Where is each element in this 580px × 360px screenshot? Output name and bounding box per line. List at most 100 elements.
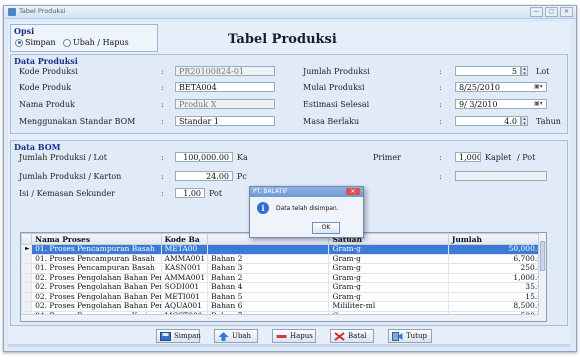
table-row[interactable]: 01. Proses Pencampuran Basah AMMA001 Bahan… xyxy=(21,253,546,264)
jumlah-per-lot-unit: Ka xyxy=(237,153,248,162)
jumlah-per-karton-field[interactable]: 24.00 xyxy=(175,171,233,181)
cell-satuan[interactable]: Gram-g xyxy=(328,282,449,293)
cell-nama-proses[interactable]: 01. Proses Pencampuran Basah xyxy=(31,253,162,264)
jumlah-produksi-field[interactable]: 5 xyxy=(455,66,521,76)
jumlah-produksi-unit: Lot xyxy=(536,67,550,76)
colon: : xyxy=(161,100,164,109)
cell-jumlah[interactable]: 15.0 xyxy=(447,291,546,302)
simpan-button[interactable]: Simpan xyxy=(156,329,201,343)
kode-produk-field[interactable]: BETA004 xyxy=(175,82,275,92)
cell-jumlah[interactable]: 8,500.0 xyxy=(447,301,546,312)
radio-dot-unchecked[interactable] xyxy=(63,38,71,47)
cell-kode-bahan[interactable]: META00 xyxy=(160,244,209,255)
cell-jumlah[interactable]: 35.0 xyxy=(447,282,546,293)
dialog-title-bar: PT. BALATIF ✕ xyxy=(250,187,363,197)
cell-kode-bahan[interactable]: AMMA001 xyxy=(160,253,209,264)
cell-nama-proses[interactable]: 02. Proses Pengolahan Bahan Pengikat xyxy=(31,282,162,293)
spinner-icon[interactable]: ▴ ▾ xyxy=(521,66,528,77)
column-header-kode-bahan[interactable]: Kode Ba xyxy=(160,233,209,245)
cell-bahan[interactable] xyxy=(207,244,330,255)
cell-nama-proses[interactable]: 01. Proses Pencampuran Basah xyxy=(31,244,162,255)
table-row[interactable]: 02. Proses Pengolahan Bahan PengikatAQUA… xyxy=(21,301,546,312)
calendar-dropdown-icon[interactable]: ▣▾ xyxy=(534,83,546,91)
radio-ubah-hapus-label: Ubah / Hapus xyxy=(73,38,129,47)
row-indicator[interactable] xyxy=(21,282,33,293)
hapus-button[interactable]: Hapus xyxy=(272,329,316,343)
cell-nama-proses[interactable]: 02. Proses Pengolahan Bahan Pengikat xyxy=(31,291,162,302)
opsi-group: Opsi Simpan Ubah / Hapus xyxy=(10,24,158,52)
primer-field[interactable]: 1,000 xyxy=(455,152,481,162)
row-indicator[interactable] xyxy=(21,253,33,264)
tutup-button[interactable]: Tutup xyxy=(388,329,432,343)
cell-satuan[interactable]: Gram-g xyxy=(328,253,449,264)
row-indicator[interactable] xyxy=(21,291,33,302)
mulai-produksi-label: Mulai Produksi xyxy=(303,83,365,92)
cell-nama-proses[interactable]: 01. Proses Pencampuran Basah xyxy=(31,263,162,274)
jumlah-per-lot-field[interactable]: 100,000.00 xyxy=(175,152,233,162)
vertical-scrollbar[interactable] xyxy=(538,233,546,321)
masa-berlaku-field[interactable]: 4.0 xyxy=(455,116,521,126)
ubah-button[interactable]: Ubah xyxy=(214,329,258,343)
isi-kemasan-field[interactable]: 1.00 xyxy=(175,188,205,198)
row-indicator[interactable] xyxy=(21,301,33,312)
scroll-thumb[interactable] xyxy=(540,241,545,271)
calendar-dropdown-icon[interactable]: ▣▾ xyxy=(534,100,546,108)
radio-ubah-hapus[interactable]: Ubah / Hapus xyxy=(63,38,129,47)
radio-dot-checked[interactable] xyxy=(15,38,23,47)
table-row[interactable]: 01. Proses Pencampuran Basah KASN001 Bahan… xyxy=(21,263,546,274)
spinner-icon[interactable]: ▴ ▾ xyxy=(521,116,528,127)
row-indicator[interactable] xyxy=(21,272,33,283)
masa-berlaku-unit: Tahun xyxy=(536,117,561,126)
primer-unit: Kaplet xyxy=(485,153,512,162)
cell-kode-bahan[interactable]: AMMA001 xyxy=(160,272,209,283)
cell-satuan[interactable]: Gram-g xyxy=(328,244,449,255)
cell-bahan[interactable]: Bahan 2 xyxy=(207,272,330,283)
table-row[interactable]: 02. Proses Pengolahan Bahan PengikatSODI… xyxy=(21,282,546,293)
hapus-label: Hapus xyxy=(290,332,313,340)
cell-satuan[interactable]: Gram-g xyxy=(328,263,449,274)
cell-satuan[interactable]: Gram-g xyxy=(328,272,449,283)
batal-button[interactable]: Batal xyxy=(330,329,374,343)
jumlah-per-lot-label: Jumlah Produksi / Lot xyxy=(19,153,107,162)
cell-jumlah[interactable]: 1,000.0 xyxy=(447,272,546,283)
save-icon xyxy=(160,331,171,341)
table-row[interactable]: 02. Proses Pengolahan Bahan PengikatMETI… xyxy=(21,291,546,302)
cell-jumlah[interactable]: 6,700.0 xyxy=(447,253,546,264)
dialog-close-icon[interactable]: ✕ xyxy=(346,188,360,195)
cell-satuan[interactable]: Mililiter-ml xyxy=(328,301,449,312)
column-header-jumlah[interactable]: Jumlah xyxy=(447,233,546,245)
horizontal-scrollbar[interactable] xyxy=(21,314,539,321)
cancel-icon xyxy=(334,331,345,341)
masa-berlaku-label: Masa Berlaku xyxy=(303,117,360,126)
colon: : xyxy=(161,172,164,181)
bom-table[interactable]: Nama Proses Kode Ba Satuan Jumlah ► 01. P… xyxy=(20,232,547,322)
colon: : xyxy=(439,83,442,92)
cell-nama-proses[interactable]: 02. Proses Pengolahan Bahan Pengikat xyxy=(31,301,162,312)
ok-button[interactable]: OK xyxy=(312,222,340,234)
cell-bahan[interactable]: Bahan 2 xyxy=(207,253,330,264)
cell-satuan[interactable]: Gram-g xyxy=(328,291,449,302)
column-header-nama-proses[interactable]: Nama Proses xyxy=(31,233,162,245)
cell-kode-bahan[interactable]: KASN001 xyxy=(160,263,209,274)
row-indicator[interactable] xyxy=(21,263,33,274)
close-icon[interactable]: ✕ xyxy=(560,7,573,17)
minimize-icon[interactable]: — xyxy=(530,7,543,17)
cell-kode-bahan[interactable]: SODI001 xyxy=(160,282,209,293)
row-indicator[interactable]: ► xyxy=(21,244,33,255)
standar-bom-field[interactable]: Standar 1 xyxy=(175,116,275,126)
cell-jumlah[interactable]: 250.0 xyxy=(447,263,546,274)
main-window: Tabel Produksi — ▢ ✕ Opsi Simpan Ubah / … xyxy=(3,5,577,352)
maximize-icon[interactable]: ▢ xyxy=(545,7,558,17)
cell-jumlah[interactable]: 50,000.0 xyxy=(447,244,546,255)
data-produksi-section: Data Produksi Kode Produksi : PR20100824… xyxy=(10,54,568,134)
table-row[interactable]: ► 01. Proses Pencampuran Basah META00 Gram-… xyxy=(21,244,546,255)
cell-bahan[interactable]: Bahan 5 xyxy=(207,291,330,302)
table-row[interactable]: 02. Proses Pengolahan Bahan PengikatAMMA… xyxy=(21,272,546,283)
cell-nama-proses[interactable]: 02. Proses Pengolahan Bahan Pengikat xyxy=(31,272,162,283)
cell-bahan[interactable]: Bahan 4 xyxy=(207,282,330,293)
cell-bahan[interactable]: Bahan 6 xyxy=(207,301,330,312)
cell-kode-bahan[interactable]: METI001 xyxy=(160,291,209,302)
radio-simpan[interactable]: Simpan xyxy=(15,38,56,47)
cell-kode-bahan[interactable]: AQUA001 xyxy=(160,301,209,312)
cell-bahan[interactable]: Bahan 3 xyxy=(207,263,330,274)
